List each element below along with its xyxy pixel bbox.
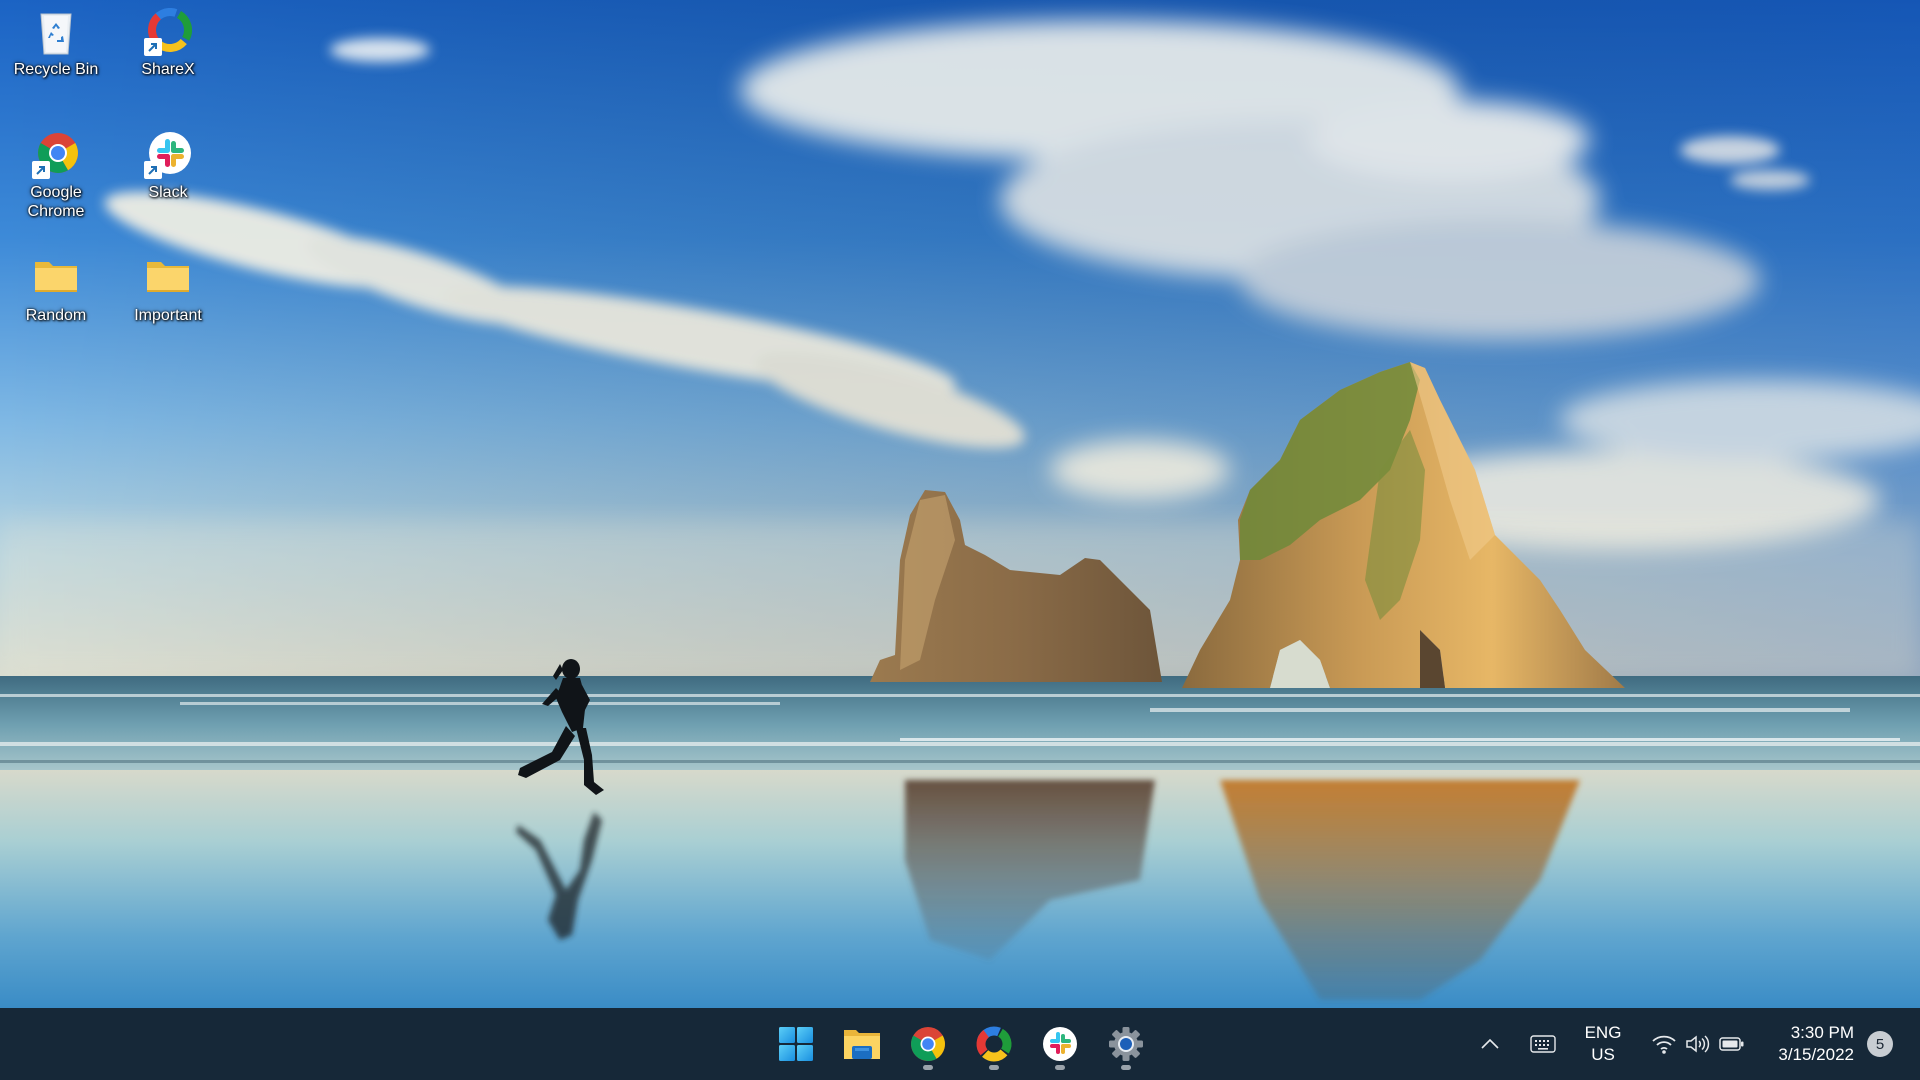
settings-gear-icon [1109, 1027, 1143, 1061]
shortcut-arrow-icon [144, 161, 162, 179]
desktop[interactable]: Recycle Bin ShareX Google Chrome Slack R… [0, 0, 1920, 1008]
running-indicator [989, 1065, 999, 1070]
wallpaper [0, 0, 1920, 1008]
desktop-icon-label: Important [134, 307, 202, 324]
taskbar-start-button[interactable] [768, 1016, 824, 1072]
wifi-icon [1652, 1035, 1676, 1054]
language-region: US [1591, 1045, 1615, 1064]
battery-icon [1719, 1037, 1744, 1051]
desktop-icon-label: Random [25, 307, 87, 324]
clock-button[interactable]: 3:30 PM 3/15/2022 [1760, 1008, 1854, 1080]
chevron-up-icon [1481, 1038, 1499, 1049]
clock-time: 3:30 PM [1790, 1023, 1854, 1042]
taskbar-file-explorer[interactable] [834, 1016, 890, 1072]
slack-icon [144, 131, 192, 179]
folder-icon [32, 254, 80, 302]
taskbar-sharex[interactable] [966, 1016, 1022, 1072]
show-hidden-icons-button[interactable] [1472, 1008, 1508, 1080]
taskbar: ENG US 3:30 PM 3/15/2022 5 [0, 1008, 1920, 1080]
desktop-icon-important-folder[interactable]: Important [118, 254, 218, 325]
chrome-icon [911, 1027, 945, 1061]
taskbar-slack[interactable] [1032, 1016, 1088, 1072]
sharex-icon [144, 8, 193, 56]
slack-icon [1043, 1027, 1077, 1061]
windows-start-icon [779, 1027, 813, 1061]
desktop-icon-label: Google Chrome [27, 184, 85, 220]
taskbar-google-chrome[interactable] [900, 1016, 956, 1072]
desktop-icon-recycle-bin[interactable]: Recycle Bin [6, 8, 106, 79]
notification-count-badge: 5 [1867, 1031, 1893, 1057]
input-language-button[interactable]: ENG US [1576, 1008, 1630, 1080]
desktop-icon-random-folder[interactable]: Random [6, 254, 106, 325]
language-code: ENG [1584, 1023, 1622, 1042]
clock-date: 3/15/2022 [1778, 1045, 1854, 1064]
notification-center-button[interactable]: 5 [1862, 1008, 1898, 1080]
desktop-icon-label: Recycle Bin [13, 61, 99, 78]
touch-keyboard-button[interactable] [1526, 1008, 1560, 1080]
speaker-icon [1686, 1035, 1710, 1053]
quick-settings-button[interactable] [1646, 1008, 1750, 1080]
desktop-icon-label: ShareX [141, 61, 195, 78]
running-indicator [1055, 1065, 1065, 1070]
desktop-icon-label: Slack [148, 184, 188, 201]
taskbar-settings[interactable] [1098, 1016, 1154, 1072]
desktop-icon-google-chrome[interactable]: Google Chrome [6, 131, 106, 221]
touch-keyboard-icon [1530, 1035, 1556, 1053]
running-indicator [1121, 1065, 1131, 1070]
folder-icon [144, 254, 192, 302]
running-indicator [923, 1065, 933, 1070]
recycle-bin-icon [32, 8, 80, 56]
file-explorer-icon [844, 1030, 880, 1059]
desktop-icon-slack[interactable]: Slack [118, 131, 218, 202]
sharex-icon [976, 1026, 1012, 1062]
chrome-icon [32, 131, 80, 179]
desktop-icon-sharex[interactable]: ShareX [118, 8, 218, 79]
shortcut-arrow-icon [144, 38, 162, 56]
shortcut-arrow-icon [32, 161, 50, 179]
